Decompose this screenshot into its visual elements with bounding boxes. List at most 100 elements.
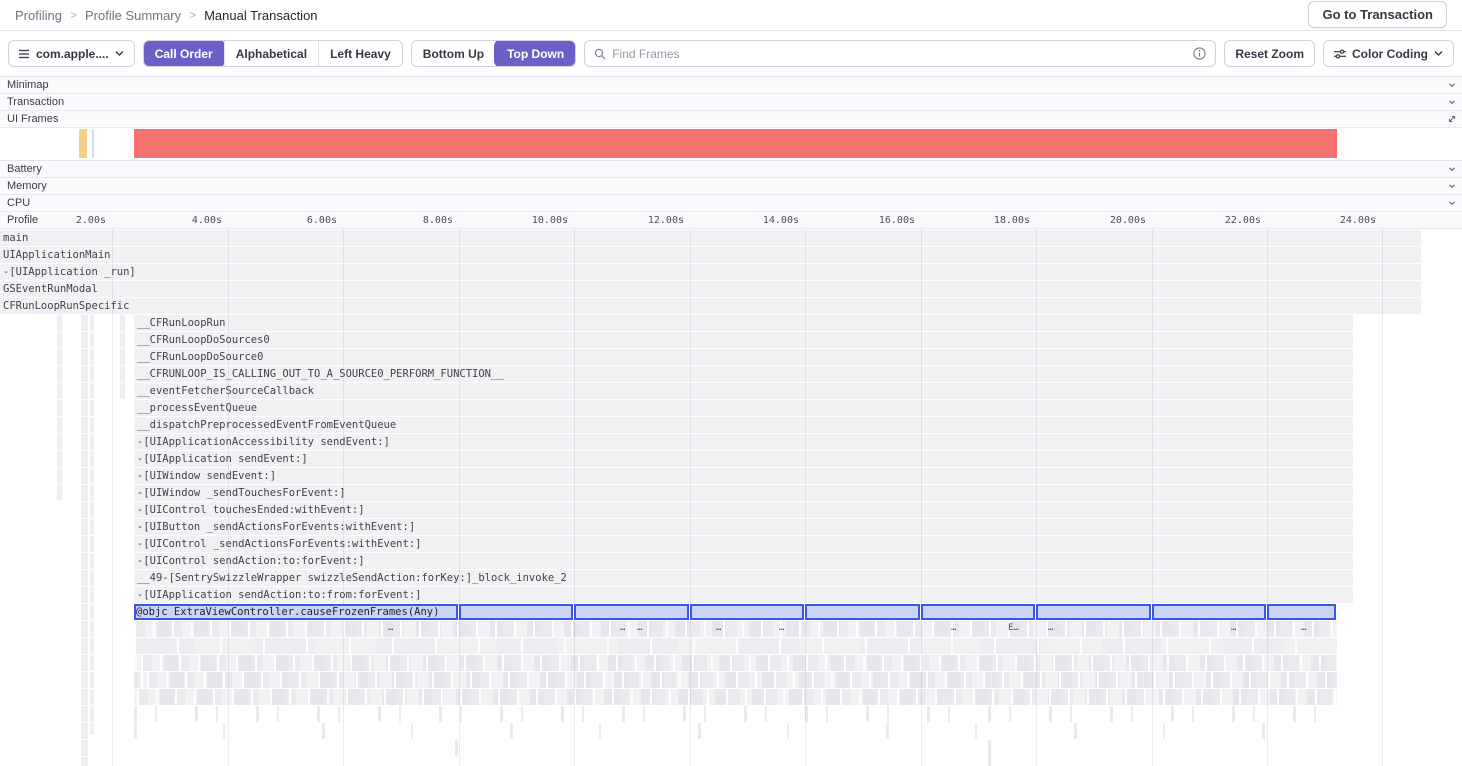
gridline: [228, 229, 229, 766]
stack-frame[interactable]: GSEventRunModal: [0, 281, 1421, 297]
section-ui-frames[interactable]: UI Frames: [0, 111, 1462, 128]
flamegraph-canvas[interactable]: mainUIApplicationMain-[UIApplication _ru…: [0, 229, 1462, 766]
stack-frame[interactable]: main: [0, 230, 1421, 246]
stack-frame[interactable]: __processEventQueue: [134, 400, 1353, 416]
breadcrumb-profile-summary[interactable]: Profile Summary: [85, 8, 181, 23]
gridline: [690, 229, 691, 766]
stack-frame[interactable]: UIApplicationMain: [0, 247, 1421, 263]
left-stack-column[interactable]: [120, 315, 125, 400]
left-stack-column[interactable]: [90, 315, 94, 735]
left-heavy-button[interactable]: Left Heavy: [318, 41, 402, 66]
reset-zoom-button[interactable]: Reset Zoom: [1224, 40, 1315, 67]
stack-frame[interactable]: __CFRunLoopDoSources0: [134, 332, 1353, 348]
section-transaction[interactable]: Transaction: [0, 94, 1462, 111]
collapsed-frame-label: …: [1231, 623, 1236, 633]
selected-frame-segment[interactable]: [805, 604, 920, 620]
search-input[interactable]: [612, 47, 1187, 61]
stack-frame[interactable]: -[UIApplication sendEvent:]: [134, 451, 1353, 467]
stack-frame[interactable]: -[UIApplication sendAction:to:from:forEv…: [134, 587, 1353, 603]
time-tick-label: 16.00s: [851, 215, 915, 226]
expand-diagonal-icon[interactable]: [1448, 115, 1456, 123]
collapsed-frame-label: …: [1301, 623, 1306, 633]
selected-frame-segment[interactable]: [1152, 604, 1266, 620]
time-tick-label: 10.00s: [504, 215, 568, 226]
stack-frame[interactable]: -[UIApplication _run]: [0, 264, 1421, 280]
find-frames-search: [584, 40, 1216, 67]
section-cpu[interactable]: CPU: [0, 195, 1462, 212]
collapsed-frames-row[interactable]: [134, 672, 1337, 688]
stack-frame[interactable]: -[UIControl _sendActionsForEvents:withEv…: [134, 536, 1353, 552]
collapsed-frame-label: …: [951, 623, 956, 633]
top-down-button[interactable]: Top Down: [494, 40, 576, 67]
gridline: [805, 229, 806, 766]
thread-selector-dropdown[interactable]: com.apple....: [8, 40, 135, 67]
collapse-chevron-icon[interactable]: [1448, 182, 1456, 190]
section-memory[interactable]: Memory: [0, 178, 1462, 195]
collapsed-frame-label: …: [716, 623, 721, 633]
time-tick-label: 14.00s: [735, 215, 799, 226]
gridline: [574, 229, 575, 766]
bottom-up-button[interactable]: Bottom Up: [412, 41, 495, 66]
stack-frame[interactable]: -[UIControl touchesEnded:withEvent:]: [134, 502, 1353, 518]
collapse-chevron-icon[interactable]: [1448, 165, 1456, 173]
collapsed-frames-row[interactable]: [134, 689, 1337, 705]
tiny-frame[interactable]: [455, 740, 458, 756]
thread-list-icon: [19, 49, 30, 59]
collapsed-frames-row[interactable]: [134, 638, 1337, 654]
time-tick-label: 12.00s: [620, 215, 684, 226]
section-battery[interactable]: Battery: [0, 161, 1462, 178]
alphabetical-button[interactable]: Alphabetical: [224, 41, 318, 66]
call-order-button[interactable]: Call Order: [143, 40, 225, 67]
collapse-chevron-icon[interactable]: [1448, 98, 1456, 106]
selected-frame-segment[interactable]: @objc ExtraViewController.causeFrozenFra…: [134, 604, 458, 620]
breadcrumb-profiling[interactable]: Profiling: [15, 8, 62, 23]
time-tick-label: 24.00s: [1312, 215, 1376, 226]
collapsed-frames-row[interactable]: [134, 723, 1337, 739]
tiny-frame[interactable]: [988, 740, 991, 766]
stack-frame[interactable]: -[UIControl sendAction:to:forEvent:]: [134, 553, 1353, 569]
stack-frame[interactable]: __49-[SentrySwizzleWrapper swizzleSendAc…: [134, 570, 1353, 586]
slow-frame-bar[interactable]: [79, 129, 87, 158]
go-to-transaction-button[interactable]: Go to Transaction: [1308, 1, 1447, 28]
left-stack-column[interactable]: [57, 315, 62, 500]
selected-frame-segment[interactable]: [1267, 604, 1336, 620]
stack-frame[interactable]: -[UIButton _sendActionsForEvents:withEve…: [134, 519, 1353, 535]
chevron-down-icon: [1434, 50, 1443, 57]
thread-selector-value: com.apple....: [36, 47, 109, 61]
selected-frame-segment[interactable]: [921, 604, 1035, 620]
color-coding-label: Color Coding: [1352, 47, 1428, 61]
collapse-chevron-icon[interactable]: [1448, 199, 1456, 207]
gridline: [112, 229, 113, 766]
stack-frame[interactable]: __CFRunLoopDoSource0: [134, 349, 1353, 365]
collapsed-frames-row[interactable]: [134, 655, 1337, 671]
collapsed-frames-row[interactable]: [134, 706, 1337, 722]
stack-frame[interactable]: -[UIApplicationAccessibility sendEvent:]: [134, 434, 1353, 450]
collapse-chevron-icon[interactable]: [1448, 81, 1456, 89]
stack-frame[interactable]: __CFRunLoopRun: [134, 315, 1353, 331]
selected-frame-segment[interactable]: [690, 604, 804, 620]
section-profile[interactable]: Profile 2.00s4.00s6.00s8.00s10.00s12.00s…: [0, 212, 1462, 229]
left-stack-column[interactable]: [81, 315, 88, 766]
collapsed-frames-row[interactable]: [134, 621, 1337, 637]
info-icon[interactable]: [1193, 47, 1206, 60]
selected-frame-segment[interactable]: [1036, 604, 1151, 620]
ui-frames-track[interactable]: [0, 128, 1462, 161]
section-minimap[interactable]: Minimap: [0, 77, 1462, 94]
stack-frame[interactable]: __CFRUNLOOP_IS_CALLING_OUT_TO_A_SOURCE0_…: [134, 366, 1353, 382]
frame-divider: [92, 129, 94, 158]
direction-button-group: Bottom Up Top Down: [411, 40, 576, 67]
frozen-frames-bar[interactable]: [134, 129, 1337, 158]
stack-frame[interactable]: __eventFetcherSourceCallback: [134, 383, 1353, 399]
time-tick-label: 8.00s: [389, 215, 453, 226]
profiling-flamegraph-app: Profiling > Profile Summary > Manual Tra…: [0, 0, 1462, 766]
color-coding-dropdown[interactable]: Color Coding: [1323, 40, 1454, 67]
time-tick-label: 2.00s: [42, 215, 106, 226]
stack-frame[interactable]: CFRunLoopRunSpecific: [0, 298, 1421, 314]
stack-frame[interactable]: -[UIWindow sendEvent:]: [134, 468, 1353, 484]
gridline: [1152, 229, 1153, 766]
selected-frame-segment[interactable]: [459, 604, 573, 620]
collapsed-frame-label: …: [388, 623, 393, 633]
selected-frame-segment[interactable]: [574, 604, 689, 620]
stack-frame[interactable]: __dispatchPreprocessedEventFromEventQueu…: [134, 417, 1353, 433]
stack-frame[interactable]: -[UIWindow _sendTouchesForEvent:]: [134, 485, 1353, 501]
